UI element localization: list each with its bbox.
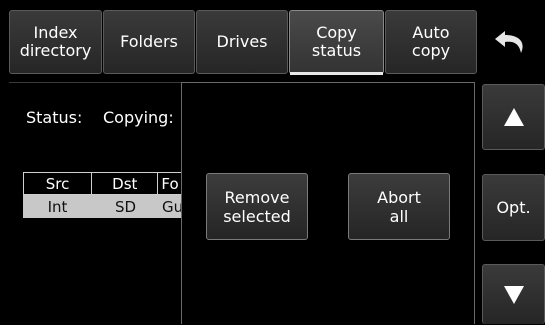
status-label: Status: <box>26 108 83 127</box>
button-label: Abort all <box>377 187 421 226</box>
tab-label: Drives <box>216 32 268 51</box>
tab-drives[interactable]: Drives <box>196 10 288 74</box>
column-header-dst: Dst <box>92 173 159 194</box>
tab-auto-copy[interactable]: Auto copy <box>385 10 477 74</box>
column-header-src: Src <box>24 173 93 194</box>
tab-folders[interactable]: Folders <box>103 10 195 74</box>
cell-dst: SD <box>114 197 137 216</box>
remove-selected-button[interactable]: Remove selected <box>206 173 308 240</box>
back-button[interactable] <box>478 10 545 74</box>
undo-arrow-icon <box>494 31 523 53</box>
copy-status-screen: Index directory Folders Drives Copy stat… <box>0 0 545 325</box>
abort-all-button[interactable]: Abort all <box>348 173 450 240</box>
tab-index-directory[interactable]: Index directory <box>9 10 102 74</box>
tab-label: Copy status <box>311 23 362 60</box>
table-row[interactable]: Int SD Gu <box>23 195 193 218</box>
scroll-up-button[interactable] <box>482 84 545 150</box>
copy-queue-table: Src Dst Fo Int SD Gu <box>23 172 193 218</box>
table-header: Src Dst Fo <box>23 172 193 195</box>
tab-label: Folders <box>120 32 178 51</box>
triangle-down-icon <box>503 285 524 304</box>
button-label: Remove selected <box>223 187 291 226</box>
tab-label: Auto copy <box>411 23 451 60</box>
tab-copy-status[interactable]: Copy status <box>289 10 384 75</box>
active-tab-indicator <box>290 72 383 75</box>
options-button[interactable]: Opt. <box>482 174 545 241</box>
tab-label: Index directory <box>19 23 92 60</box>
scroll-down-button[interactable] <box>482 264 545 324</box>
status-value: Copying: <box>103 108 174 127</box>
cell-src: Int <box>47 197 68 216</box>
triangle-up-icon <box>503 108 524 126</box>
options-label: Opt. <box>496 198 531 217</box>
